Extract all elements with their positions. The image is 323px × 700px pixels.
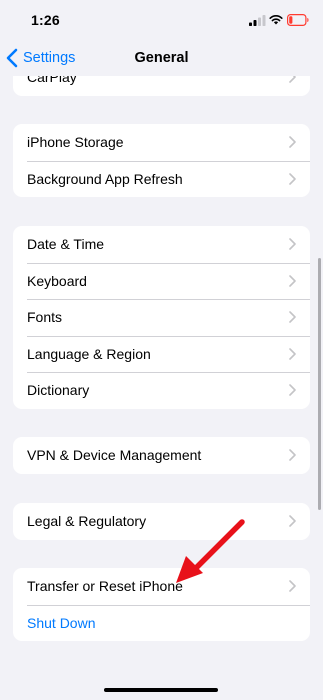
group-keyboard-language: Date & Time Keyboard Fonts Language & Re… — [13, 226, 310, 409]
shut-down-label: Shut Down — [27, 614, 96, 631]
row-label: Legal & Regulatory — [27, 513, 147, 530]
scroll-indicator — [318, 258, 321, 510]
settings-list[interactable]: CarPlay iPhone Storage Background App Re… — [0, 0, 323, 700]
status-bar: 1:26 — [0, 0, 323, 40]
row-dictionary[interactable]: Dictionary — [13, 372, 310, 409]
group-reset: Transfer or Reset iPhone Shut Down — [13, 568, 310, 641]
battery-low-icon — [287, 14, 309, 26]
home-indicator — [104, 688, 218, 692]
row-label: Language & Region — [27, 345, 151, 362]
row-label: Background App Refresh — [27, 170, 183, 187]
chevron-right-icon — [289, 274, 296, 287]
chevron-right-icon — [289, 515, 296, 528]
row-label: Dictionary — [27, 382, 90, 399]
row-background-app-refresh[interactable]: Background App Refresh — [13, 160, 310, 198]
row-label: Date & Time — [27, 236, 105, 253]
chevron-right-icon — [289, 311, 296, 324]
group-legal: Legal & Regulatory — [13, 503, 310, 540]
page-title: General — [134, 50, 189, 66]
chevron-right-icon — [289, 449, 296, 462]
row-language-region[interactable]: Language & Region — [13, 335, 310, 373]
chevron-right-icon — [289, 136, 296, 149]
row-label: VPN & Device Management — [27, 447, 202, 464]
row-shut-down[interactable]: Shut Down — [13, 604, 310, 642]
row-label: iPhone Storage — [27, 134, 124, 151]
chevron-right-icon — [289, 238, 296, 251]
row-date-time[interactable]: Date & Time — [13, 226, 310, 263]
chevron-right-icon — [289, 580, 296, 593]
wifi-icon — [269, 15, 283, 25]
row-keyboard[interactable]: Keyboard — [13, 262, 310, 300]
row-vpn-device-management[interactable]: VPN & Device Management — [13, 437, 310, 474]
group-vpn: VPN & Device Management — [13, 437, 310, 474]
chevron-right-icon — [289, 347, 296, 360]
navigation-bar: Settings General — [0, 40, 323, 76]
row-label: Fonts — [27, 309, 63, 326]
row-iphone-storage[interactable]: iPhone Storage — [13, 124, 310, 161]
row-label: Keyboard — [27, 272, 87, 289]
group-storage: iPhone Storage Background App Refresh — [13, 124, 310, 197]
status-time: 1:26 — [31, 12, 60, 28]
chevron-right-icon — [289, 384, 296, 397]
row-legal-regulatory[interactable]: Legal & Regulatory — [13, 503, 310, 540]
signal-icon — [249, 15, 266, 26]
row-label: Transfer or Reset iPhone — [27, 578, 183, 595]
row-fonts[interactable]: Fonts — [13, 299, 310, 336]
chevron-right-icon — [289, 172, 296, 185]
row-transfer-reset-iphone[interactable]: Transfer or Reset iPhone — [13, 568, 310, 605]
